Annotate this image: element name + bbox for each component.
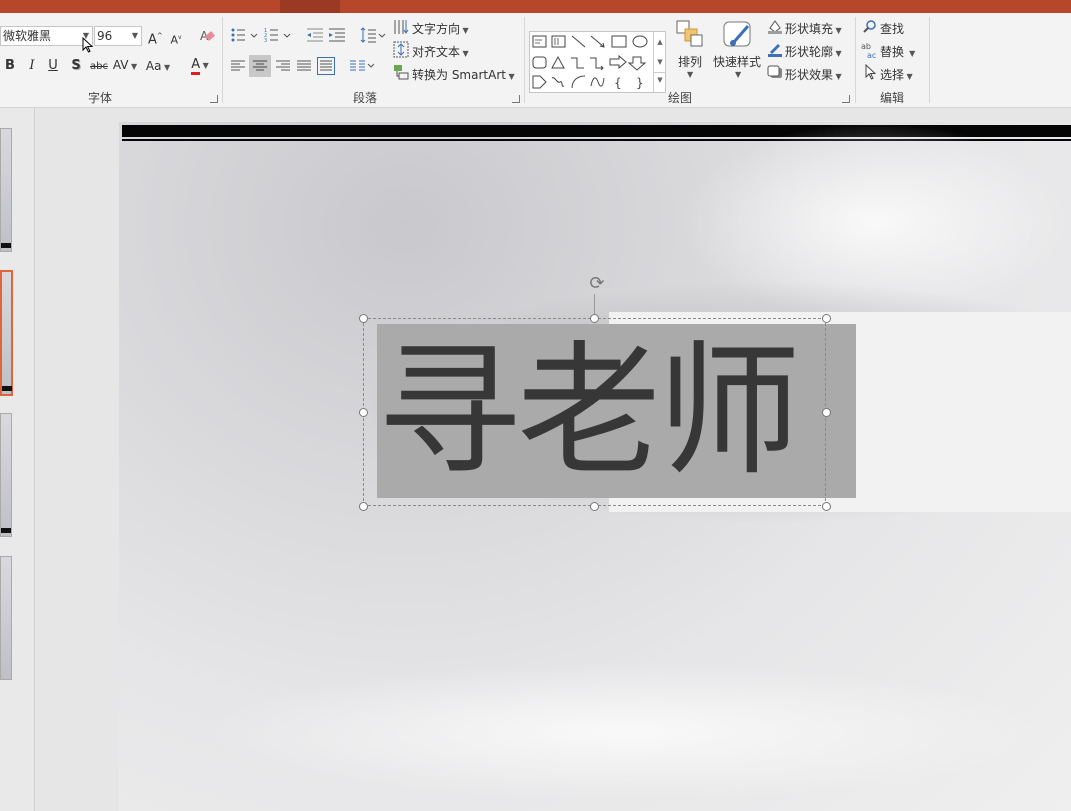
text-direction-icon[interactable] xyxy=(393,18,409,36)
distributed-icon[interactable] xyxy=(317,57,335,75)
replace-icon[interactable]: ab ac xyxy=(861,41,879,60)
slide-thumbnail-panel xyxy=(0,108,35,811)
chevron-down-icon: ▼ xyxy=(131,31,138,40)
svg-text:ac: ac xyxy=(867,51,876,59)
font-color-button[interactable]: A ▼ xyxy=(185,57,215,75)
columns-icon[interactable] xyxy=(349,59,375,73)
line-spacing-icon[interactable] xyxy=(360,27,386,43)
align-text-icon[interactable] xyxy=(393,41,409,59)
quick-styles-icon[interactable] xyxy=(722,20,754,50)
character-spacing-button[interactable]: AV ▼ xyxy=(112,57,138,75)
group-separator xyxy=(855,17,856,103)
resize-handle-bottom-right[interactable] xyxy=(822,502,831,511)
quick-styles-button[interactable]: 快速样式 xyxy=(713,53,761,70)
drawing-group-label: 绘图 xyxy=(667,91,692,105)
font-dialog-launcher-icon[interactable] xyxy=(210,95,218,103)
slide-light-glow xyxy=(199,662,1049,802)
selection-frame[interactable] xyxy=(363,318,826,506)
numbering-icon[interactable]: 123 xyxy=(264,27,292,44)
chevron-down-icon: ▼ xyxy=(687,70,694,79)
search-icon[interactable] xyxy=(862,19,878,35)
justify-icon[interactable] xyxy=(296,59,312,73)
grow-font-button[interactable]: A^ xyxy=(148,28,163,48)
tab-active[interactable] xyxy=(280,0,340,13)
resize-handle-top-left[interactable] xyxy=(359,314,368,323)
svg-text:3: 3 xyxy=(264,38,267,43)
editor-background xyxy=(35,108,119,811)
font-size-value: 96 xyxy=(97,29,113,43)
resize-handle-top[interactable] xyxy=(590,314,599,323)
ribbon: 微软雅黑 ▼ 96 ▼ A^ Av A B I U S abc AV ▼ Aa … xyxy=(0,13,1071,108)
font-name-value: 微软雅黑 xyxy=(3,29,52,43)
paragraph-group-label: 段落 xyxy=(352,91,377,105)
underline-button[interactable]: U xyxy=(47,58,59,74)
svg-text:}: } xyxy=(636,76,644,90)
group-separator xyxy=(222,17,223,103)
strikethrough-button[interactable]: abc xyxy=(89,59,109,75)
clear-formatting-icon[interactable]: A xyxy=(199,27,217,45)
resize-handle-bottom-left[interactable] xyxy=(359,502,368,511)
font-name-input[interactable]: 微软雅黑 ▼ xyxy=(0,26,93,46)
text-direction-button[interactable]: 文字方向 ▼ xyxy=(412,20,469,37)
convert-smartart-button[interactable]: 转换为 SmartArt ▼ xyxy=(412,66,515,83)
font-size-input[interactable]: 96 ▼ xyxy=(94,26,142,46)
shape-fill-icon[interactable] xyxy=(767,18,783,34)
font-group-label: 字体 xyxy=(87,91,112,105)
resize-handle-top-right[interactable] xyxy=(822,314,831,323)
editing-group-label: 编辑 xyxy=(879,91,904,105)
shapes-icon[interactable]: { } xyxy=(530,32,654,92)
shape-effects-icon[interactable] xyxy=(767,64,783,80)
svg-text:ab: ab xyxy=(861,42,871,51)
drawing-dialog-launcher-icon[interactable] xyxy=(842,95,850,103)
shape-gallery[interactable]: { } ▲ ▼ ▼ xyxy=(529,31,666,93)
shape-fill-button[interactable]: 形状填充 ▼ xyxy=(785,20,842,37)
mouse-cursor-icon xyxy=(82,36,94,53)
slide-thumbnail-selected[interactable] xyxy=(0,270,13,396)
italic-button[interactable]: I xyxy=(26,58,38,74)
select-button[interactable]: 选择 ▼ xyxy=(880,66,913,83)
resize-handle-bottom[interactable] xyxy=(590,502,599,511)
shape-effects-button[interactable]: 形状效果 ▼ xyxy=(785,66,842,83)
chevron-down-icon: ▼ xyxy=(735,70,742,79)
slide-thumbnail[interactable] xyxy=(0,413,12,537)
decrease-indent-icon[interactable] xyxy=(306,27,324,43)
gallery-scrollbar[interactable]: ▲ ▼ ▼ xyxy=(653,32,666,92)
shape-outline-icon[interactable] xyxy=(767,41,783,57)
resize-handle-left[interactable] xyxy=(359,408,368,417)
group-separator xyxy=(524,17,525,103)
bullets-icon[interactable] xyxy=(230,27,258,43)
arrange-icon[interactable] xyxy=(676,20,704,48)
align-right-icon[interactable] xyxy=(275,59,291,73)
svg-text:{: { xyxy=(614,76,622,90)
shrink-font-button[interactable]: Av xyxy=(170,30,182,49)
bold-button[interactable]: B xyxy=(4,58,16,74)
group-separator xyxy=(929,17,930,103)
rotate-handle-icon[interactable]: ⟳ xyxy=(586,274,608,296)
slide-thumbnail[interactable] xyxy=(0,128,12,252)
ribbon-tab-strip xyxy=(0,0,1071,13)
increase-indent-icon[interactable] xyxy=(328,27,346,43)
change-case-button[interactable]: Aa ▼ xyxy=(144,58,172,76)
smartart-icon[interactable] xyxy=(393,64,409,80)
resize-handle-right[interactable] xyxy=(822,408,831,417)
align-center-icon[interactable] xyxy=(249,55,271,77)
shape-outline-button[interactable]: 形状轮廓 ▼ xyxy=(785,43,842,60)
paragraph-dialog-launcher-icon[interactable] xyxy=(512,95,520,103)
text-shadow-button[interactable]: S xyxy=(70,58,82,74)
slide-thumbnail[interactable] xyxy=(0,556,12,680)
arrange-button[interactable]: 排列 xyxy=(678,53,702,70)
find-button[interactable]: 查找 xyxy=(880,20,904,37)
align-text-button[interactable]: 对齐文本 ▼ xyxy=(412,43,469,60)
align-left-icon[interactable] xyxy=(230,59,246,73)
replace-button[interactable]: 替换 ▼ xyxy=(880,43,915,60)
select-cursor-icon[interactable] xyxy=(864,63,878,80)
